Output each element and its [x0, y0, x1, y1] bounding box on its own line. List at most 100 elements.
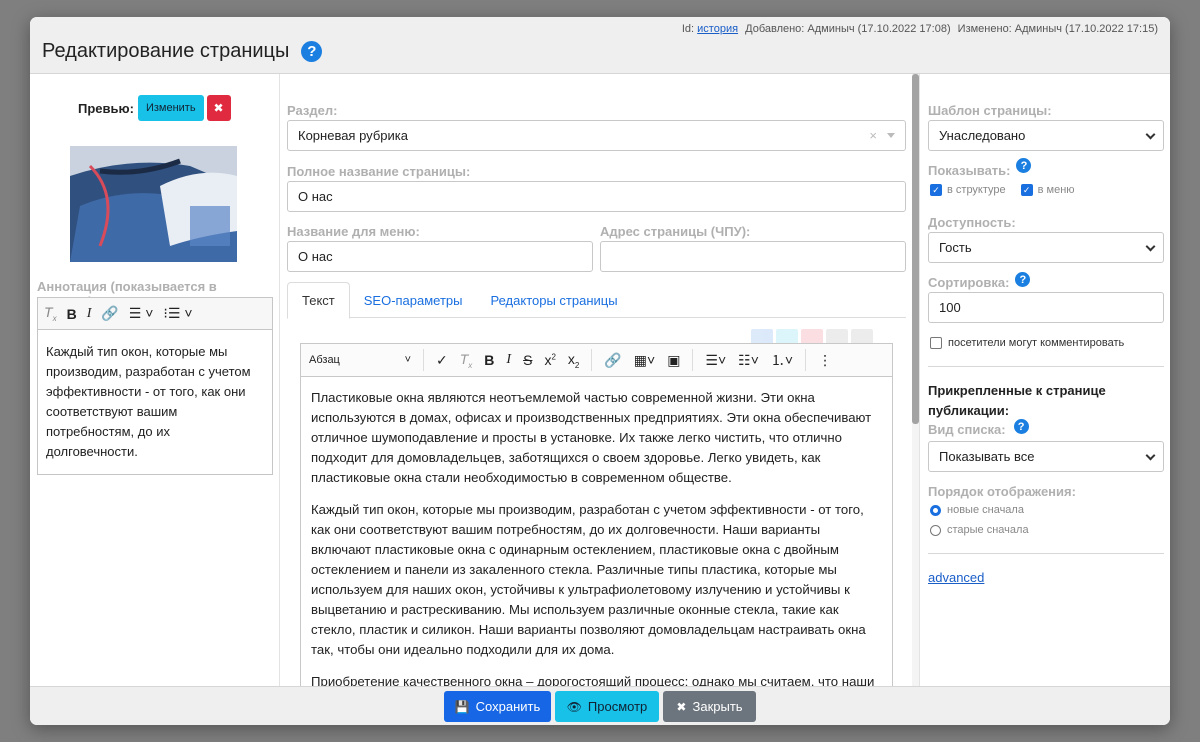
help-icon[interactable]: ? — [1013, 419, 1029, 434]
content-paragraph: Каждый тип окон, которые мы производим, … — [311, 502, 866, 657]
menuname-input[interactable]: О нас — [287, 241, 593, 272]
help-icon[interactable]: ? — [1016, 158, 1032, 173]
preview-button[interactable]: 👁 Просмотр — [555, 691, 659, 722]
edit-page-modal: Id: история Добавлено: Админыч (17.10.20… — [30, 17, 1170, 725]
section-caret-icon[interactable] — [887, 133, 895, 138]
list-view-label: Вид списка: — [928, 422, 1006, 437]
list-view-value: Показывать все — [939, 449, 1035, 464]
id-label: Id: — [681, 23, 695, 35]
main-scrollbar-thumb[interactable] — [912, 74, 919, 424]
rich-text-editor[interactable]: Абзац ˅ ✓ Tx B I S x2 x2 🔗 ▦˅ ▣ ☰˅ ☷˅ ⒈˅ — [300, 343, 893, 686]
page-title-text: Редактирование страницы — [42, 40, 290, 62]
tab-seo[interactable]: SEO-параметры — [350, 282, 477, 318]
table-icon[interactable]: ▦˅ — [634, 352, 655, 369]
annotation-toolbar: Tx B I 🔗 ☰ ˅ ⁝☰ ˅ — [38, 298, 272, 330]
menuname-label: Название для меню: — [287, 224, 420, 239]
chevron-down-icon — [1145, 129, 1156, 140]
align-icon[interactable]: ☰˅ — [705, 352, 726, 369]
annotation-text[interactable]: Каждый тип окон, которые мы производим, … — [38, 330, 272, 474]
align-icon[interactable]: ☰ ˅ — [129, 305, 154, 322]
section-select[interactable]: Корневая рубрика × — [287, 120, 906, 151]
url-input[interactable] — [600, 241, 906, 272]
numbered-list-icon[interactable]: ⒈˅ — [771, 350, 793, 370]
comments-checkbox[interactable] — [930, 337, 942, 349]
save-button[interactable]: 💾 Сохранить — [444, 691, 551, 722]
divider — [928, 553, 1164, 554]
show-label-row: Показывать: ? — [928, 158, 1032, 178]
subscript-icon[interactable]: x2 — [568, 351, 579, 370]
structure-checkbox[interactable]: ✓ — [930, 184, 942, 196]
preview-button-label: Просмотр — [587, 699, 648, 714]
strikethrough-icon[interactable]: S — [523, 352, 532, 368]
sort-input[interactable]: 100 — [928, 292, 1164, 323]
order-new-radio[interactable] — [930, 504, 941, 516]
change-preview-button[interactable]: Изменить — [137, 95, 204, 121]
advanced-link[interactable]: advanced — [928, 570, 984, 585]
access-value: Гость — [939, 240, 972, 255]
content-paragraph: Пластиковые окна являются неотъемлемой ч… — [311, 390, 872, 485]
clear-format-icon[interactable]: Tx — [44, 304, 57, 323]
editor-toolbar: Абзац ˅ ✓ Tx B I S x2 x2 🔗 ▦˅ ▣ ☰˅ ☷˅ ⒈˅ — [301, 344, 892, 377]
attached-title: Прикрепленные к странице публикации: — [928, 383, 1106, 418]
menuname-value: О нас — [298, 249, 333, 264]
left-column: Превью: Изменить ✖ Аннотация (показывает… — [30, 74, 280, 686]
close-icon: ✖ — [676, 699, 687, 714]
order-new-label: новые сначала — [947, 504, 1024, 516]
list-view-select[interactable]: Показывать все — [928, 441, 1164, 472]
clear-format-icon[interactable]: Tx — [460, 351, 473, 370]
delete-preview-button[interactable]: ✖ — [206, 95, 231, 121]
help-icon[interactable]: ? — [301, 41, 323, 62]
menu-checkbox[interactable]: ✓ — [1020, 184, 1033, 196]
sort-value: 100 — [939, 300, 961, 315]
comments-checkbox-label: посетители могут комментировать — [948, 337, 1125, 349]
order-label: Порядок отображения: — [928, 484, 1076, 499]
order-old-option: старые сначала — [930, 524, 1029, 536]
link-icon[interactable]: 🔗 — [604, 352, 621, 369]
fullname-input[interactable]: О нас — [287, 181, 906, 212]
annotation-editor[interactable]: Tx B I 🔗 ☰ ˅ ⁝☰ ˅ Каждый тип окон, котор… — [37, 297, 273, 475]
added-info: Добавлено: Админыч (17.10.2022 17:08) — [745, 23, 951, 35]
save-icon: 💾 — [454, 699, 470, 714]
order-old-radio[interactable] — [930, 524, 941, 536]
sort-label-row: Сортировка: ? — [928, 272, 1031, 290]
superscript-icon[interactable]: x2 — [544, 352, 555, 368]
id-link[interactable]: история — [697, 23, 738, 35]
content-paragraph: Приобретение качественного окна – дорого… — [311, 674, 875, 686]
bullet-list-icon[interactable]: ☷˅ — [738, 352, 759, 369]
structure-checkbox-label: в структуре — [947, 184, 1006, 196]
check-icon[interactable]: ✓ — [436, 352, 448, 369]
tab-text[interactable]: Текст — [287, 282, 350, 319]
template-label: Шаблон страницы: — [928, 103, 1052, 118]
save-button-label: Сохранить — [475, 699, 541, 714]
template-value: Унаследовано — [939, 128, 1026, 143]
template-select[interactable]: Унаследовано — [928, 120, 1164, 151]
italic-icon[interactable]: I — [506, 352, 511, 368]
bold-icon[interactable]: B — [67, 306, 77, 322]
comments-option: посетители могут комментировать — [930, 337, 1124, 349]
access-select[interactable]: Гость — [928, 232, 1164, 263]
fullname-value: О нас — [298, 189, 333, 204]
modal-footer: 💾 Сохранить 👁 Просмотр ✖ Закрыть — [30, 686, 1170, 725]
right-column: Шаблон страницы: Унаследовано Показывать… — [919, 74, 1170, 686]
fullname-label: Полное название страницы: — [287, 164, 471, 179]
section-clear-icon[interactable]: × — [869, 128, 877, 143]
format-select[interactable]: Абзац ˅ — [309, 354, 417, 366]
editor-content[interactable]: Пластиковые окна являются неотъемлемой ч… — [301, 377, 892, 686]
link-icon[interactable]: 🔗 — [101, 305, 118, 322]
access-label: Доступность: — [928, 215, 1016, 230]
tab-editors[interactable]: Редакторы страницы — [477, 282, 632, 318]
help-icon[interactable]: ? — [1015, 272, 1031, 287]
italic-icon[interactable]: I — [87, 306, 92, 322]
preview-image — [70, 146, 237, 262]
more-icon[interactable]: ⋮ — [818, 352, 832, 369]
chevron-down-icon — [1145, 450, 1156, 461]
order-old-label: старые сначала — [947, 524, 1029, 536]
section-label: Раздел: — [287, 103, 338, 118]
content-tabs: Текст SEO-параметры Редакторы страницы — [287, 282, 906, 319]
bold-icon[interactable]: B — [484, 352, 494, 368]
image-icon[interactable]: ▣ — [667, 352, 680, 369]
show-options: ✓ в структуре ✓ в меню — [930, 184, 1075, 196]
bullet-list-icon[interactable]: ⁝☰ ˅ — [163, 305, 192, 322]
close-button[interactable]: ✖ Закрыть — [663, 691, 756, 722]
page-title: Редактирование страницы ? — [42, 40, 323, 63]
